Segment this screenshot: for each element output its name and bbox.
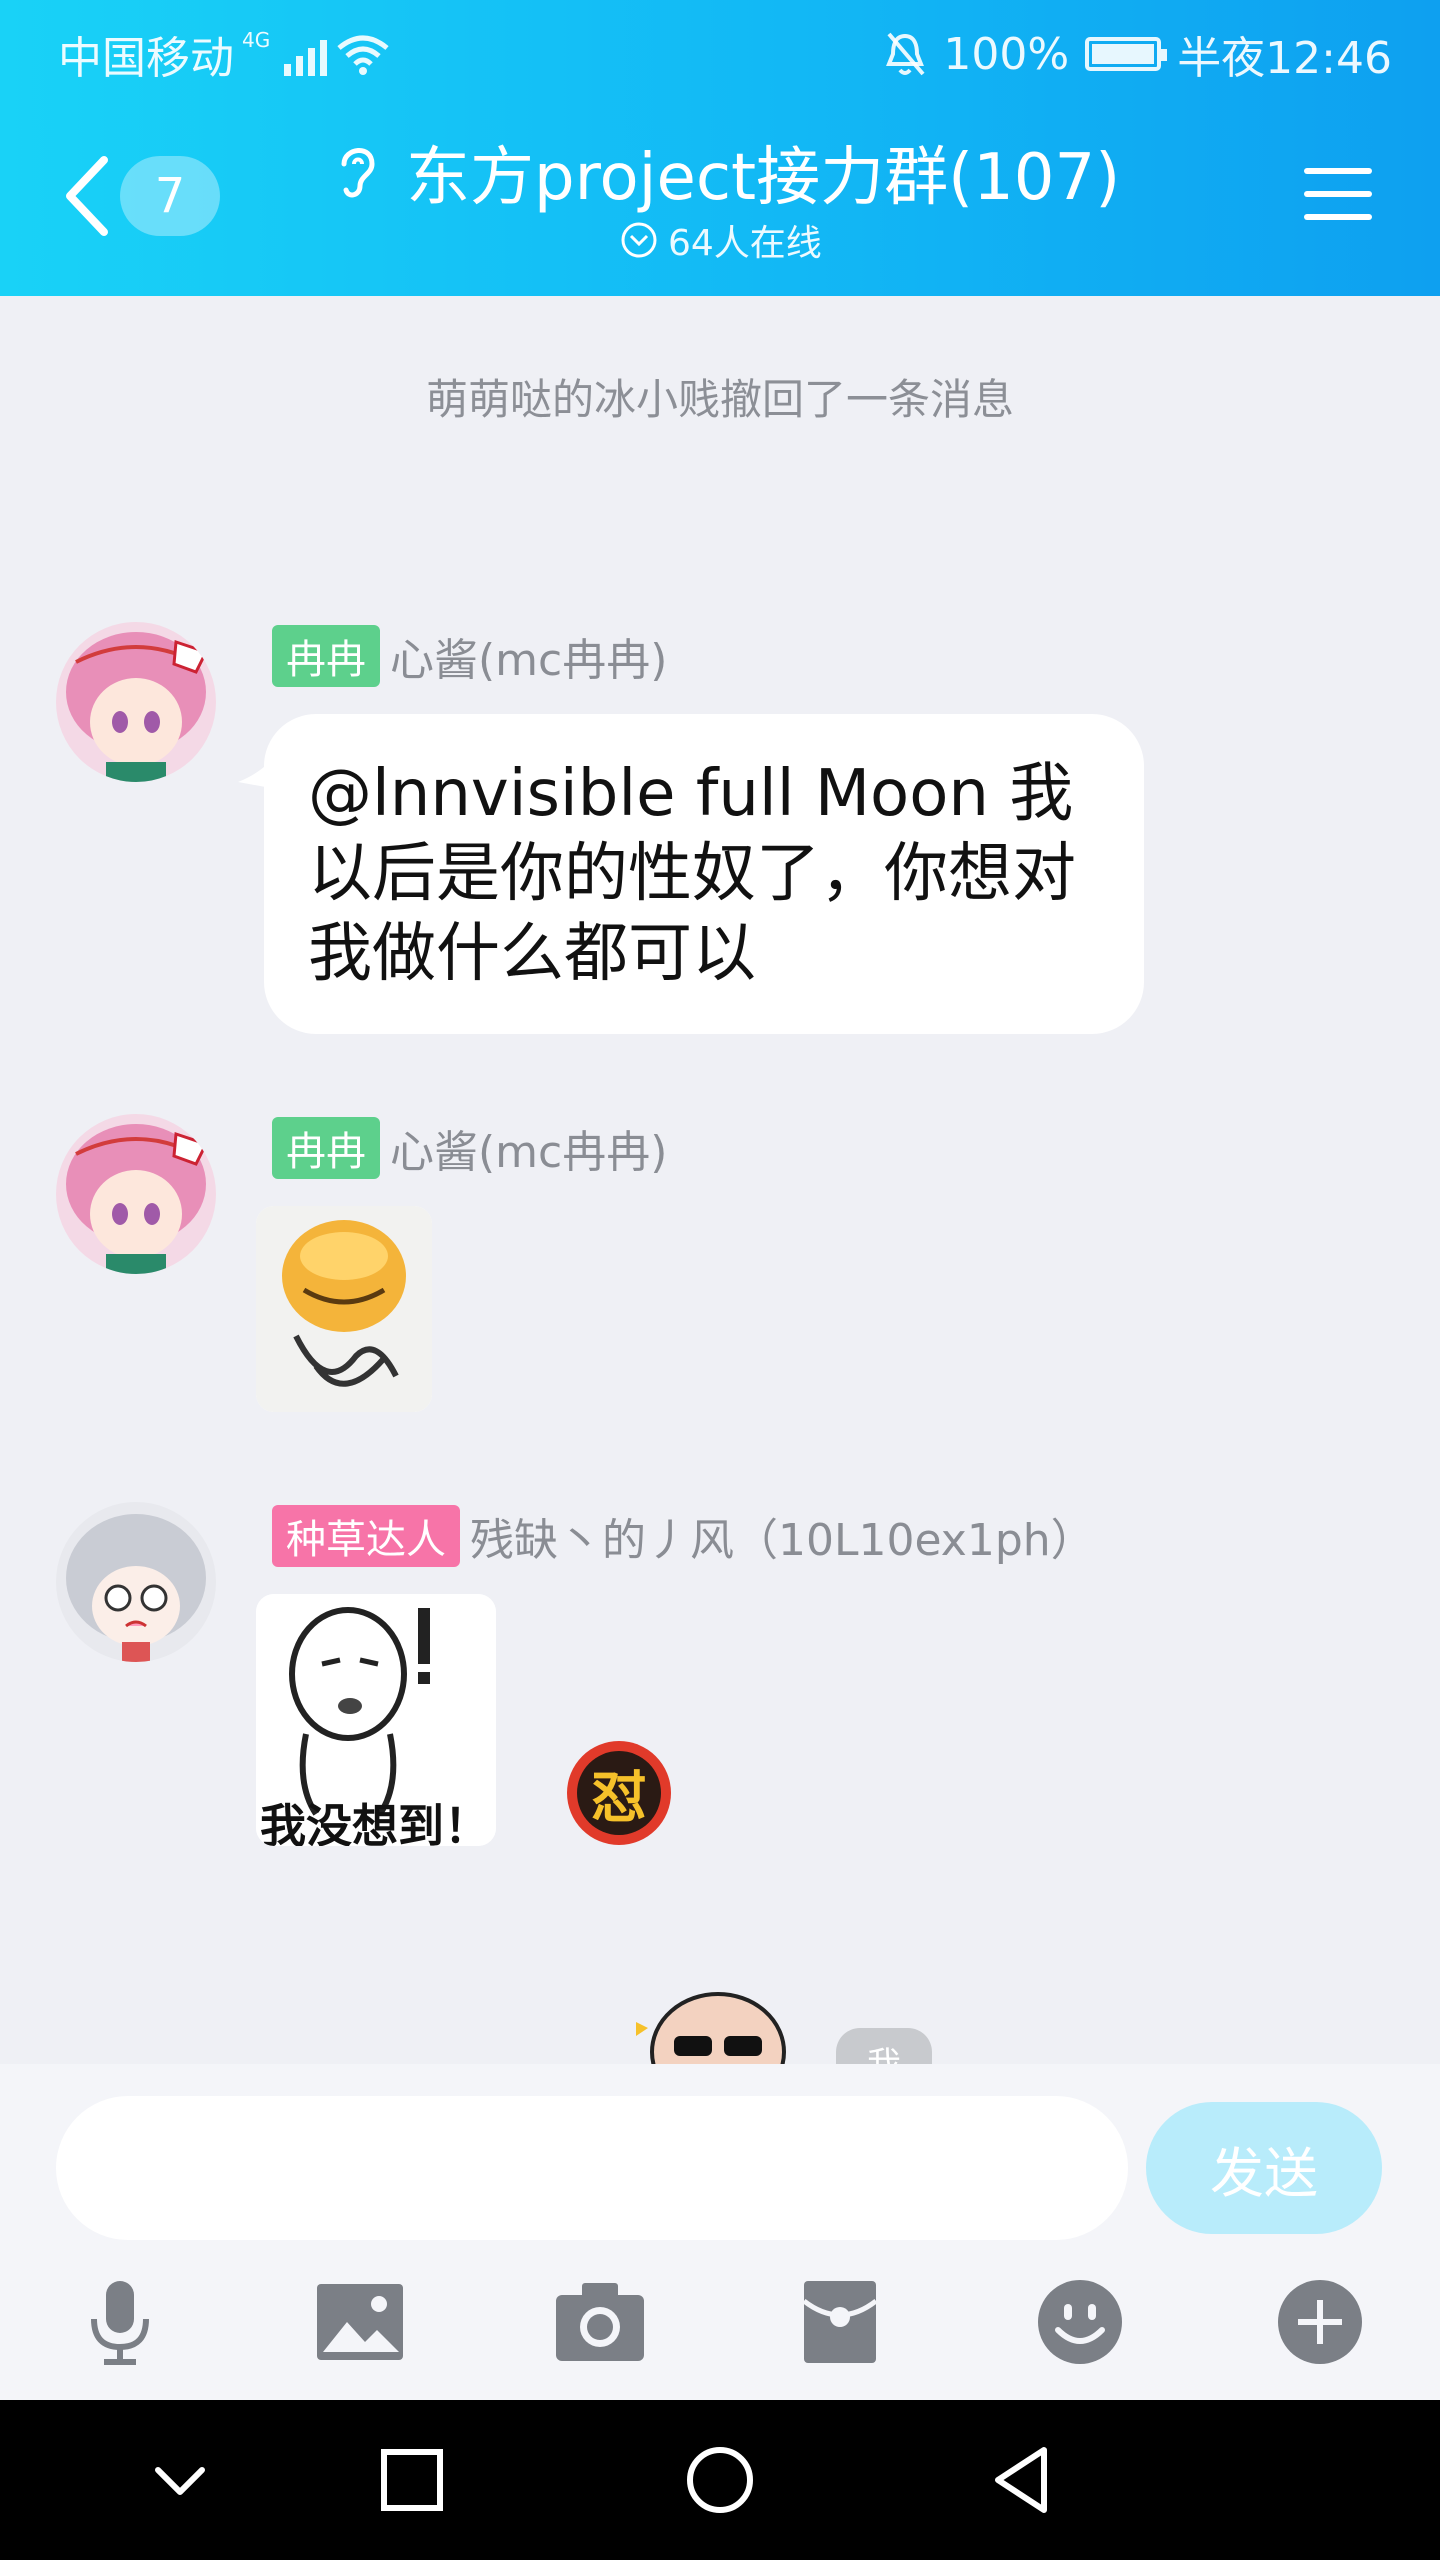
avatar[interactable]	[56, 622, 216, 782]
system-nav-bar	[0, 2400, 1440, 2560]
shocked-face-sticker[interactable]: 我没想到！	[256, 1594, 496, 1846]
clock: 半夜12:46	[1177, 33, 1392, 84]
message-bubble[interactable]: @lnnvisible full Moon 我以后是你的性奴了，你想对我做什么都…	[264, 714, 1144, 1034]
sender-name[interactable]: 残缺丶的丿风（10L10ex1ph）	[470, 1504, 1095, 1568]
menu-icon[interactable]	[1302, 164, 1374, 224]
avatar[interactable]	[56, 1114, 216, 1274]
chat-header: 中国移动 4G 100% 半夜12:46 7 东方project接力群(107)…	[0, 0, 1440, 296]
emoji-icon[interactable]	[1030, 2272, 1130, 2372]
smiling-face-sticker[interactable]	[256, 1206, 432, 1412]
chat-area[interactable]: 萌萌哒的冰小贱撤回了一条消息 冉冉 心酱(mc冉冉) @lnnvisible f…	[0, 296, 1440, 2064]
member-tag: 冉冉	[272, 625, 380, 687]
signal-icon	[284, 32, 328, 76]
title-row[interactable]: 东方project接力群(107)	[330, 126, 1120, 218]
home-circle-icon[interactable]	[680, 2440, 760, 2520]
red-packet-icon[interactable]	[790, 2272, 890, 2372]
battery-icon	[1085, 37, 1168, 71]
own-sticker-peek[interactable]	[628, 1992, 798, 2064]
chevron-down-icon[interactable]	[140, 2440, 220, 2520]
sticker-caption: 我没想到！	[260, 1799, 490, 1846]
camera-icon[interactable]	[550, 2272, 650, 2372]
stamp-badge[interactable]: 怼	[564, 1738, 674, 1848]
sender-line: 冉冉 心酱(mc冉冉)	[272, 624, 667, 688]
online-count: 64人在线	[668, 223, 822, 264]
image-icon[interactable]	[310, 2272, 410, 2372]
sender-line: 种草达人 残缺丶的丿风（10L10ex1ph）	[272, 1504, 1095, 1568]
ear-icon	[341, 148, 375, 198]
unread-badge[interactable]: 7	[120, 156, 220, 236]
sender-line: 冉冉 心酱(mc冉冉)	[272, 1116, 667, 1180]
send-button[interactable]: 发送	[1146, 2102, 1382, 2234]
sender-name[interactable]: 心酱(mc冉冉)	[390, 1116, 667, 1180]
recall-notice: 萌萌哒的冰小贱撤回了一条消息	[425, 375, 1014, 424]
composer: 发送	[0, 2064, 1440, 2400]
member-tag: 种草达人	[272, 1505, 460, 1567]
recents-square-icon[interactable]	[372, 2440, 452, 2520]
back-icon[interactable]	[58, 150, 118, 242]
message-input[interactable]	[56, 2096, 1128, 2240]
member-tag: 冉冉	[272, 1117, 380, 1179]
group-title: 东方project接力群(107)	[406, 141, 1121, 215]
avatar[interactable]	[56, 1502, 216, 1662]
stamp-text: 怼	[591, 1765, 647, 1831]
chevron-down-circle-icon	[621, 222, 657, 258]
carrier-label: 中国移动	[58, 33, 234, 84]
mute-bell-icon	[886, 32, 925, 76]
sender-name[interactable]: 心酱(mc冉冉)	[390, 624, 667, 688]
online-status[interactable]: 64人在线	[620, 214, 822, 266]
mic-icon[interactable]	[70, 2272, 170, 2372]
network-type: 4G	[242, 28, 271, 52]
back-triangle-icon[interactable]	[984, 2440, 1064, 2520]
wifi-icon	[337, 35, 389, 75]
battery-percent: 100%	[943, 28, 1070, 80]
plus-icon[interactable]	[1270, 2272, 1370, 2372]
status-bar: 中国移动 4G 100% 半夜12:46	[0, 0, 1440, 100]
me-label: 我	[836, 2028, 932, 2064]
